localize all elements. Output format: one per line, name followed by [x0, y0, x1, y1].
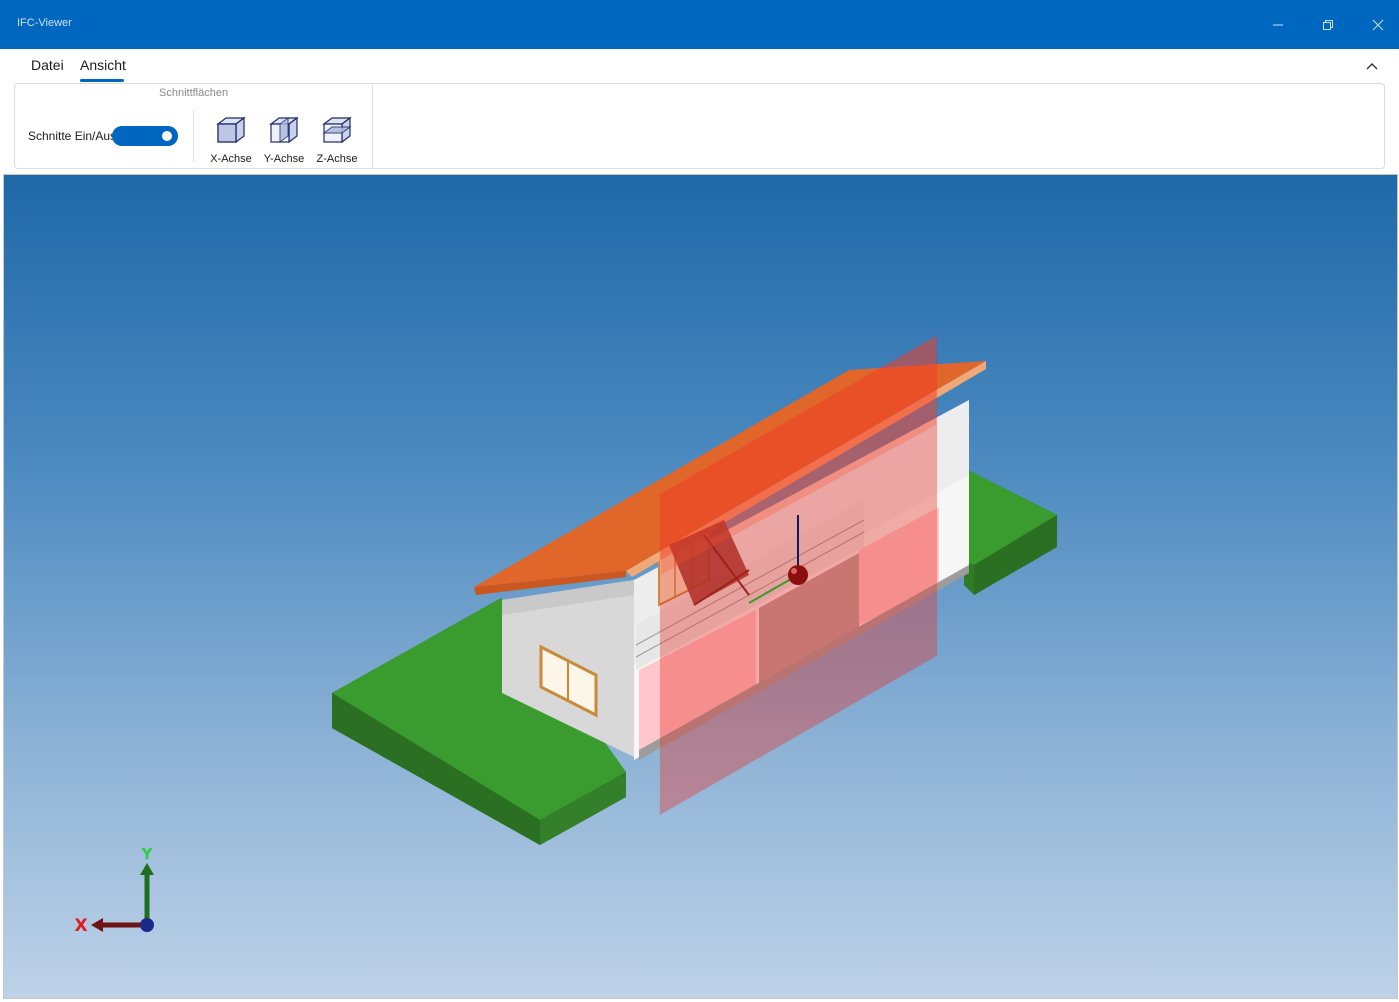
menu-bar: Datei Ansicht — [0, 49, 1399, 83]
axis-triad: Y X — [74, 845, 154, 936]
ribbon-panel: Schnittflächen Schnitte Ein/Aus X-Achse … — [14, 83, 1385, 169]
toggle-knob — [162, 131, 172, 141]
z-axis-cube-icon — [322, 116, 352, 144]
z-axis-dot — [140, 918, 154, 932]
toggle-label: Schnitte Ein/Aus — [28, 129, 117, 143]
tab-ansicht[interactable]: Ansicht — [80, 57, 126, 73]
group-separator — [372, 84, 373, 168]
x-axis-arrow — [91, 918, 147, 932]
window-title: IFC-Viewer — [17, 17, 72, 29]
y-axis-label: Y-Achse — [263, 153, 305, 165]
z-axis-button[interactable]: Z-Achse — [313, 112, 361, 166]
x-axis-button[interactable]: X-Achse — [207, 112, 255, 166]
minimize-icon — [1273, 24, 1283, 25]
active-tab-indicator — [80, 79, 124, 82]
group-label-schnittflaechen: Schnittflächen — [159, 87, 229, 99]
collapse-ribbon-button[interactable] — [1362, 57, 1382, 75]
3d-viewport[interactable]: Y X — [3, 174, 1398, 999]
y-axis-arrow — [140, 863, 154, 925]
title-bar: IFC-Viewer — [0, 0, 1399, 49]
y-axis-letter: Y — [141, 845, 154, 863]
y-axis-cube-icon — [269, 116, 299, 144]
y-axis-button[interactable]: Y-Achse — [260, 112, 308, 166]
ifc-model-scene[interactable] — [4, 175, 1398, 999]
restore-icon — [1323, 19, 1333, 30]
chevron-up-icon — [1366, 63, 1378, 70]
restore-button[interactable] — [1304, 0, 1352, 49]
x-axis-letter: X — [74, 916, 87, 936]
minimize-button[interactable] — [1254, 0, 1302, 49]
close-button[interactable] — [1354, 0, 1399, 49]
z-axis-label: Z-Achse — [316, 153, 358, 165]
section-toggle-switch[interactable] — [112, 126, 178, 146]
ground-slab-right — [964, 468, 1057, 595]
x-axis-cube-icon — [216, 116, 246, 144]
group-divider — [193, 110, 194, 162]
close-icon — [1372, 19, 1384, 30]
tab-datei[interactable]: Datei — [31, 57, 64, 73]
x-axis-label: X-Achse — [210, 153, 252, 165]
